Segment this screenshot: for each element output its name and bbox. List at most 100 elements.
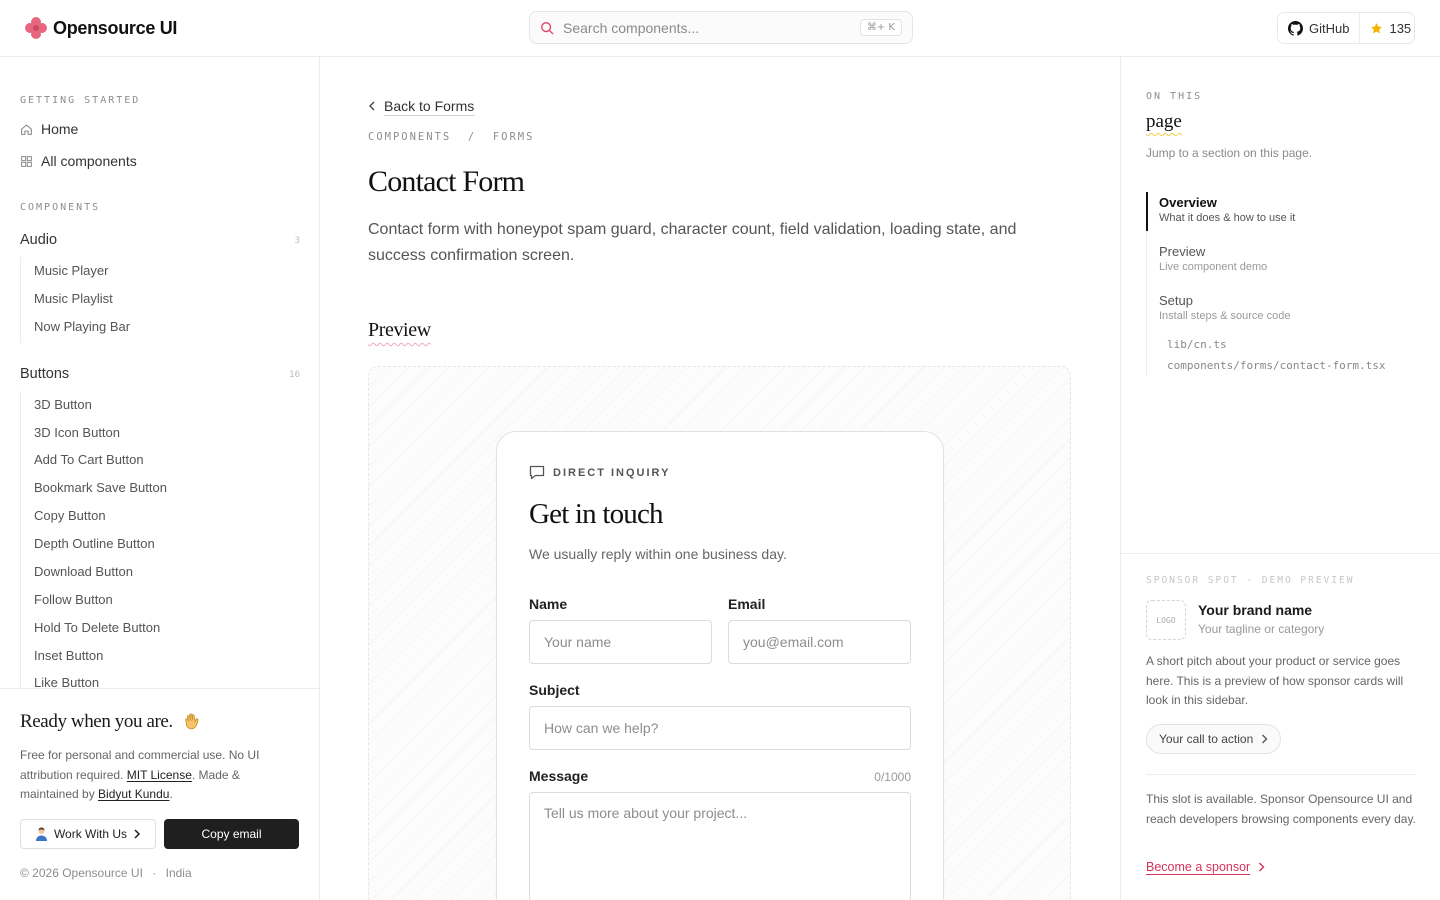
toc-title: Overview <box>1159 195 1217 210</box>
mit-license-link[interactable]: MIT License <box>127 768 192 782</box>
form-eyebrow: DIRECT INQUIRY <box>529 465 670 480</box>
sidebar-group-audio[interactable]: Audio 3 <box>20 232 300 248</box>
email-label: Email <box>728 596 766 612</box>
sidebar-footer: Ready when you are. Free for personal an… <box>0 688 319 900</box>
person-icon <box>35 827 47 841</box>
grid-icon <box>21 155 32 167</box>
sidebar-item-hold-to-delete-button[interactable]: Hold To Delete Button <box>34 620 160 635</box>
buttons-list: 3D Button 3D Icon Button Add To Cart But… <box>20 391 300 701</box>
toc-item-preview[interactable]: Preview Live component demo <box>1159 244 1267 273</box>
on-this-page-title: page <box>1146 111 1182 132</box>
sidebar-item-download-button[interactable]: Download Button <box>34 564 133 579</box>
toc-active-indicator <box>1146 192 1148 231</box>
subject-field[interactable] <box>529 706 911 750</box>
toc-item-setup[interactable]: Setup Install steps & source code <box>1159 293 1290 322</box>
sidebar-item-3d-button[interactable]: 3D Button <box>34 397 92 412</box>
components-title: COMPONENTS <box>20 202 101 213</box>
sidebar-item-label: All components <box>41 153 137 169</box>
license-text: Free for personal and commercial use. No… <box>20 746 290 805</box>
star-count: 135 <box>1389 20 1412 36</box>
name-field[interactable] <box>529 620 712 664</box>
sidebar-group-buttons[interactable]: Buttons 16 <box>20 366 300 382</box>
search-input[interactable] <box>563 19 860 36</box>
toc-file-cn[interactable]: lib/cn.ts <box>1167 338 1227 351</box>
sidebar-item-add-to-cart-button[interactable]: Add To Cart Button <box>34 452 144 467</box>
ready-heading-text: Ready when you are. <box>20 711 173 732</box>
group-count: 3 <box>294 236 300 246</box>
copy-email-button[interactable]: Copy email <box>164 819 299 849</box>
sidebar-item-now-playing-bar[interactable]: Now Playing Bar <box>34 319 130 334</box>
page-title: Contact Form <box>368 165 525 198</box>
form-subtitle: We usually reply within one business day… <box>529 546 787 562</box>
message-icon <box>529 465 545 480</box>
sidebar-item-music-playlist[interactable]: Music Playlist <box>34 291 113 306</box>
brand-link[interactable]: Opensource UI <box>25 17 177 39</box>
sidebar-item-music-player[interactable]: Music Player <box>34 263 108 278</box>
become-sponsor-link[interactable]: Become a sponsor <box>1146 860 1265 874</box>
toc-subtitle: What it does & how to use it <box>1159 212 1296 224</box>
search-shortcut: ⌘+ K <box>859 19 902 36</box>
brand-name: Opensource UI <box>53 17 178 38</box>
license-text-3: . <box>169 787 173 801</box>
github-icon <box>1288 20 1303 36</box>
sidebar-item-bookmark-save-button[interactable]: Bookmark Save Button <box>34 480 167 495</box>
home-icon <box>21 124 32 135</box>
preview-heading: Preview <box>368 319 431 341</box>
group-label: Audio <box>20 232 58 248</box>
work-with-us-label: Work With Us <box>53 827 128 841</box>
star-icon <box>1371 22 1383 33</box>
work-with-us-button[interactable]: Work With Us <box>20 819 156 849</box>
message-label: Message <box>529 768 589 784</box>
toc-title: Setup <box>1159 293 1193 308</box>
back-to-forms-link[interactable]: Back to Forms <box>368 98 474 114</box>
sidebar-item-copy-button[interactable]: Copy Button <box>34 508 106 523</box>
chevron-left-icon <box>369 101 375 111</box>
toc-subtitle: Live component demo <box>1159 261 1268 273</box>
subject-label: Subject <box>529 682 580 698</box>
sponsor-cta-label: Your call to action <box>1159 732 1254 746</box>
group-count: 16 <box>289 370 300 380</box>
getting-started-title: GETTING STARTED <box>20 95 141 106</box>
waving-hand-icon <box>185 713 199 730</box>
sidebar-item-home[interactable]: Home <box>20 121 78 137</box>
copyright: © 2026 Opensource UI · India <box>20 866 192 880</box>
sidebar-item-all-components[interactable]: All components <box>20 153 137 169</box>
on-this-page-eyebrow: ON THIS <box>1146 91 1203 102</box>
sponsor-slot-text: This slot is available. Sponsor Opensour… <box>1146 792 1416 826</box>
sidebar-item-follow-button[interactable]: Follow Button <box>34 592 113 607</box>
back-label: Back to Forms <box>384 98 475 114</box>
copyright-separator: · <box>152 866 157 880</box>
author-link[interactable]: Bidyut Kundu <box>98 787 169 801</box>
search-box[interactable]: ⌘+ K <box>529 11 913 44</box>
sidebar-item-3d-icon-button[interactable]: 3D Icon Button <box>34 425 120 440</box>
sponsor-pitch: A short pitch about your product or serv… <box>1146 654 1404 707</box>
name-label: Name <box>529 596 568 612</box>
toc-title: Preview <box>1159 244 1206 259</box>
toc-item-overview[interactable]: Overview What it does & how to use it <box>1159 195 1295 224</box>
contact-form-card: DIRECT INQUIRY Get in touch We usually r… <box>496 431 944 900</box>
sponsor-eyebrow: SPONSOR SPOT · DEMO PREVIEW <box>1146 575 1355 586</box>
sponsor-brand-name: Your brand name <box>1198 602 1313 618</box>
top-bar: Opensource UI ⌘+ K GitHub 135 <box>0 0 1440 57</box>
sidebar-item-inset-button[interactable]: Inset Button <box>34 648 103 663</box>
sponsor-cta-button[interactable]: Your call to action <box>1146 724 1282 754</box>
github-link[interactable]: GitHub <box>1278 13 1359 43</box>
copyright-text: © 2026 Opensource UI <box>20 866 143 880</box>
github-widget[interactable]: GitHub 135 <box>1277 12 1415 44</box>
email-field[interactable] <box>728 620 911 664</box>
divider <box>1146 774 1416 775</box>
chevron-right-icon <box>1259 862 1265 872</box>
group-label: Buttons <box>20 366 70 382</box>
sidebar-item-label: Home <box>41 121 79 137</box>
chevron-right-icon <box>134 829 141 839</box>
divider <box>1121 553 1440 554</box>
toc-file-contact-form[interactable]: components/forms/contact-form.tsx <box>1167 359 1386 372</box>
character-count: 0/1000 <box>874 770 911 784</box>
audio-list: Music Player Music Playlist Now Playing … <box>20 257 300 343</box>
sidebar-item-depth-outline-button[interactable]: Depth Outline Button <box>34 536 155 551</box>
message-field[interactable] <box>529 792 911 900</box>
github-stars[interactable]: 135 <box>1359 13 1421 43</box>
toc-subtitle: Install steps & source code <box>1159 310 1291 322</box>
form-title: Get in touch <box>529 498 664 530</box>
sponsor-logo-placeholder: LOGO <box>1146 600 1186 640</box>
